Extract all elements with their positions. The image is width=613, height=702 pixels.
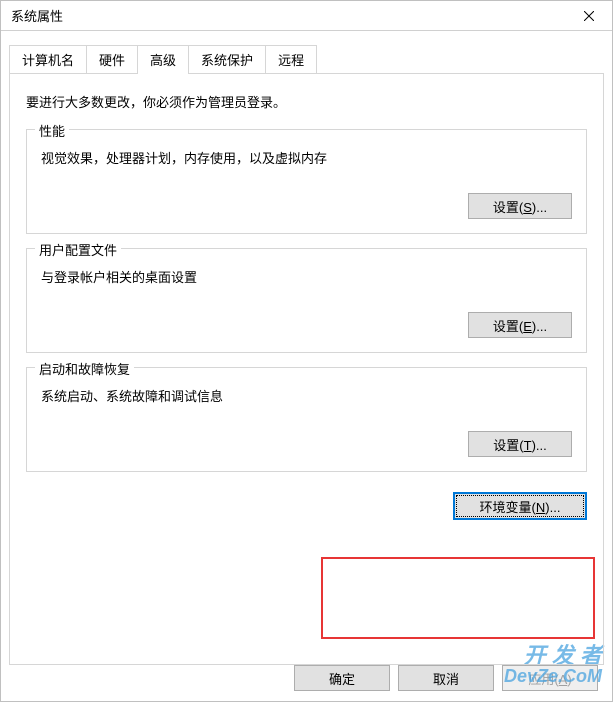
groupbox-startup: 启动和故障恢复 系统启动、系统故障和调试信息 设置(T)... [26, 367, 587, 472]
intro-text: 要进行大多数更改，你必须作为管理员登录。 [26, 92, 587, 111]
tab-remote[interactable]: 远程 [265, 45, 317, 73]
startup-legend: 启动和故障恢复 [35, 359, 134, 378]
tab-strip: 计算机名 硬件 高级 系统保护 远程 [9, 45, 604, 73]
tab-computer-name[interactable]: 计算机名 [9, 45, 87, 73]
close-button[interactable] [566, 1, 612, 31]
tab-container: 计算机名 硬件 高级 系统保护 远程 要进行大多数更改，你必须作为管理员登录。 … [9, 45, 604, 665]
startup-desc: 系统启动、系统故障和调试信息 [41, 386, 572, 405]
titlebar: 系统属性 [1, 1, 612, 31]
environment-variables-button[interactable]: 环境变量(N)... [453, 492, 587, 520]
cancel-button[interactable]: 取消 [398, 665, 494, 691]
tab-system-protection[interactable]: 系统保护 [188, 45, 266, 73]
groupbox-profiles: 用户配置文件 与登录帐户相关的桌面设置 设置(E)... [26, 248, 587, 353]
window-title: 系统属性 [11, 6, 63, 25]
tab-content: 要进行大多数更改，你必须作为管理员登录。 性能 视觉效果，处理器计划，内存使用，… [9, 73, 604, 665]
performance-legend: 性能 [35, 121, 69, 140]
tab-advanced[interactable]: 高级 [137, 45, 189, 74]
tab-hardware[interactable]: 硬件 [86, 45, 138, 73]
apply-button[interactable]: 应用(A) [502, 665, 598, 691]
groupbox-performance: 性能 视觉效果，处理器计划，内存使用，以及虚拟内存 设置(S)... [26, 129, 587, 234]
performance-settings-button[interactable]: 设置(S)... [468, 193, 572, 219]
startup-settings-button[interactable]: 设置(T)... [468, 431, 572, 457]
profiles-desc: 与登录帐户相关的桌面设置 [41, 267, 572, 286]
performance-desc: 视觉效果，处理器计划，内存使用，以及虚拟内存 [41, 148, 572, 167]
close-icon [584, 11, 594, 21]
profiles-legend: 用户配置文件 [35, 240, 121, 259]
dialog-buttons: 确定 取消 应用(A) [294, 665, 598, 691]
ok-button[interactable]: 确定 [294, 665, 390, 691]
profiles-settings-button[interactable]: 设置(E)... [468, 312, 572, 338]
